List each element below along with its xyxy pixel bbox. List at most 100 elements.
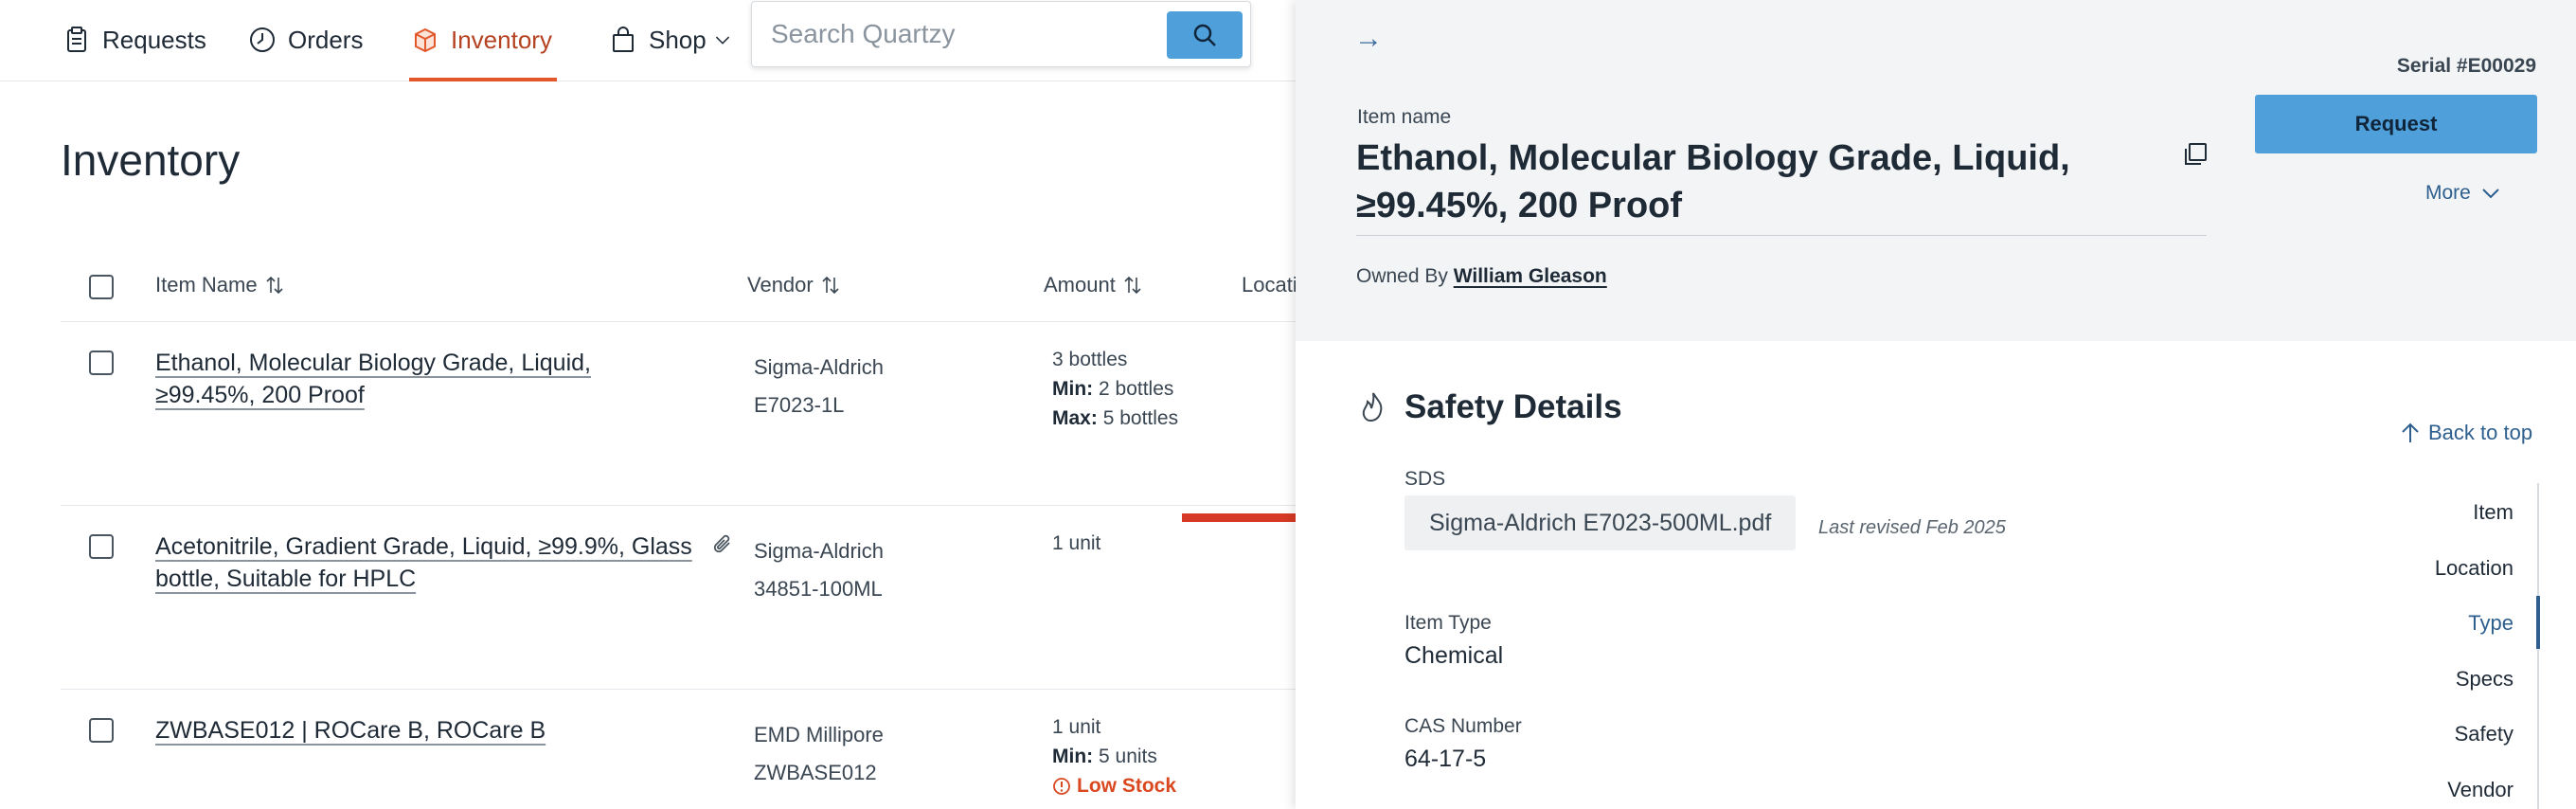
item-type-label: Item Type bbox=[1404, 612, 1492, 634]
section-nav-specs[interactable]: Specs bbox=[2456, 667, 2513, 692]
low-stock-badge: Low Stock bbox=[1052, 771, 1176, 800]
close-panel-arrow-icon[interactable]: → bbox=[1354, 23, 1383, 55]
column-vendor-label: Vendor bbox=[747, 273, 814, 297]
item-name-link[interactable]: ZWBASE012 | ROCare B, ROCare B bbox=[155, 714, 648, 746]
panel-header: → Serial #E00029 Request More Item name … bbox=[1296, 0, 2576, 341]
chevron-down-icon bbox=[2482, 189, 2499, 199]
amount-cell: 1 unit bbox=[1052, 529, 1100, 558]
amount-value: 1 unit bbox=[1052, 532, 1101, 554]
column-amount[interactable]: Amount bbox=[1044, 273, 1142, 297]
nav-inventory-label: Inventory bbox=[451, 25, 552, 54]
sort-icon bbox=[1124, 276, 1141, 295]
min-value: 5 units bbox=[1099, 746, 1157, 767]
safety-details-heading: Safety Details bbox=[1404, 388, 1622, 425]
nav-requests[interactable]: Requests bbox=[63, 19, 206, 61]
chevron-down-icon bbox=[715, 36, 729, 45]
section-nav-vendor[interactable]: Vendor bbox=[2447, 778, 2513, 802]
vendor-name: Sigma-Aldrich bbox=[754, 539, 884, 563]
nav-inventory[interactable]: Inventory bbox=[411, 19, 552, 61]
more-menu[interactable]: More bbox=[2425, 182, 2501, 205]
nav-shop[interactable]: Shop bbox=[609, 19, 733, 61]
back-to-top-link[interactable]: Back to top bbox=[2400, 421, 2532, 445]
owner-link[interactable]: William Gleason bbox=[1454, 265, 1607, 287]
box-icon bbox=[415, 27, 436, 53]
nav-orders[interactable]: Orders bbox=[248, 19, 363, 61]
arrow-up-icon bbox=[2402, 422, 2419, 442]
row-checkbox[interactable] bbox=[89, 718, 114, 743]
amount-cell: 3 bottles Min: 2 bottles Max: 5 bottles bbox=[1052, 345, 1178, 433]
vendor-cell: Sigma-Aldrich 34851-100ML bbox=[754, 532, 884, 608]
select-all-checkbox[interactable] bbox=[89, 275, 114, 299]
search-icon bbox=[1193, 24, 1216, 46]
owned-by-label: Owned By bbox=[1356, 265, 1448, 287]
item-name-link[interactable]: Ethanol, Molecular Biology Grade, Liquid… bbox=[155, 347, 648, 411]
amount-cell: 1 unit Min: 5 units Low Stock bbox=[1052, 712, 1176, 800]
column-amount-label: Amount bbox=[1044, 273, 1116, 297]
request-button[interactable]: Request bbox=[2255, 95, 2537, 153]
alert-circle-icon bbox=[1053, 777, 1070, 795]
min-value: 2 bottles bbox=[1099, 378, 1174, 400]
more-label: More bbox=[2425, 182, 2471, 204]
top-navigation: Requests Orders Inventory Shop bbox=[0, 0, 1296, 81]
vendor-name: EMD Millipore bbox=[754, 723, 884, 746]
section-nav-active-indicator bbox=[2536, 596, 2540, 649]
hazard-flame-icon bbox=[1362, 392, 1383, 422]
amount-value: 1 unit bbox=[1052, 716, 1101, 738]
table-header: Item Name Vendor Amount Locati bbox=[61, 256, 1297, 322]
nav-orders-label: Orders bbox=[288, 25, 364, 54]
vendor-cell: Sigma-Aldrich E7023-1L bbox=[754, 349, 884, 424]
nav-shop-label: Shop bbox=[649, 25, 707, 54]
section-nav-location[interactable]: Location bbox=[2435, 556, 2513, 581]
back-to-top-label: Back to top bbox=[2428, 421, 2533, 444]
owned-by: Owned By William Gleason bbox=[1356, 265, 1607, 288]
paperclip-icon[interactable] bbox=[710, 532, 735, 557]
search-button[interactable] bbox=[1167, 11, 1243, 59]
row-checkbox[interactable] bbox=[89, 534, 114, 559]
nav-requests-label: Requests bbox=[102, 25, 206, 54]
catalog-number: ZWBASE012 bbox=[754, 761, 877, 784]
table-row[interactable]: ZWBASE012 | ROCare B, ROCare B EMD Milli… bbox=[61, 690, 1296, 809]
active-nav-indicator bbox=[409, 78, 557, 81]
section-nav-type[interactable]: Type bbox=[2468, 611, 2513, 636]
section-nav-item[interactable]: Item bbox=[2473, 500, 2513, 525]
sort-icon bbox=[266, 276, 283, 295]
catalog-number: 34851-100ML bbox=[754, 577, 883, 601]
min-label: Min: bbox=[1052, 378, 1094, 400]
column-location[interactable]: Locati bbox=[1242, 273, 1297, 297]
serial-number: Serial #E00029 bbox=[2396, 55, 2536, 77]
vendor-cell: EMD Millipore ZWBASE012 bbox=[754, 716, 884, 792]
search-input[interactable] bbox=[771, 13, 1150, 55]
sds-file-link[interactable]: Sigma-Aldrich E7023-500ML.pdf bbox=[1404, 495, 1797, 550]
copy-icon[interactable] bbox=[2181, 140, 2209, 169]
low-stock-label: Low Stock bbox=[1077, 775, 1177, 797]
clipboard-icon bbox=[67, 27, 86, 52]
column-location-label: Locati bbox=[1242, 273, 1297, 297]
item-name: Ethanol, Molecular Biology Grade, Liquid… bbox=[1356, 138, 2070, 225]
section-nav-safety[interactable]: Safety bbox=[2455, 722, 2513, 746]
max-label: Max: bbox=[1052, 407, 1098, 429]
vendor-name: Sigma-Aldrich bbox=[754, 355, 884, 379]
shopping-bag-icon bbox=[613, 27, 634, 52]
column-item-name[interactable]: Item Name bbox=[155, 273, 284, 297]
item-type-value: Chemical bbox=[1404, 642, 1504, 669]
clock-icon bbox=[250, 27, 275, 52]
row-checkbox[interactable] bbox=[89, 351, 114, 375]
max-value: 5 bottles bbox=[1102, 407, 1179, 429]
table-row[interactable]: Acetonitrile, Gradient Grade, Liquid, ≥9… bbox=[61, 506, 1296, 690]
column-vendor[interactable]: Vendor bbox=[747, 273, 840, 297]
cas-number-label: CAS Number bbox=[1404, 715, 1522, 737]
item-detail-panel: → Serial #E00029 Request More Item name … bbox=[1296, 0, 2576, 809]
item-name-link[interactable]: Acetonitrile, Gradient Grade, Liquid, ≥9… bbox=[155, 530, 705, 595]
sort-icon bbox=[822, 276, 839, 295]
item-name-label: Item name bbox=[1357, 106, 1452, 128]
column-item-name-label: Item Name bbox=[155, 273, 258, 297]
name-divider bbox=[1356, 235, 2207, 236]
cas-number-value: 64-17-5 bbox=[1404, 746, 1487, 772]
table-row[interactable]: Ethanol, Molecular Biology Grade, Liquid… bbox=[61, 322, 1296, 506]
catalog-number: E7023-1L bbox=[754, 393, 845, 417]
amount-value: 3 bottles bbox=[1052, 349, 1128, 370]
page-title: Inventory bbox=[61, 135, 241, 185]
min-label: Min: bbox=[1052, 746, 1094, 767]
sds-revised-date: Last revised Feb 2025 bbox=[1818, 517, 2006, 538]
search-box bbox=[751, 1, 1251, 67]
